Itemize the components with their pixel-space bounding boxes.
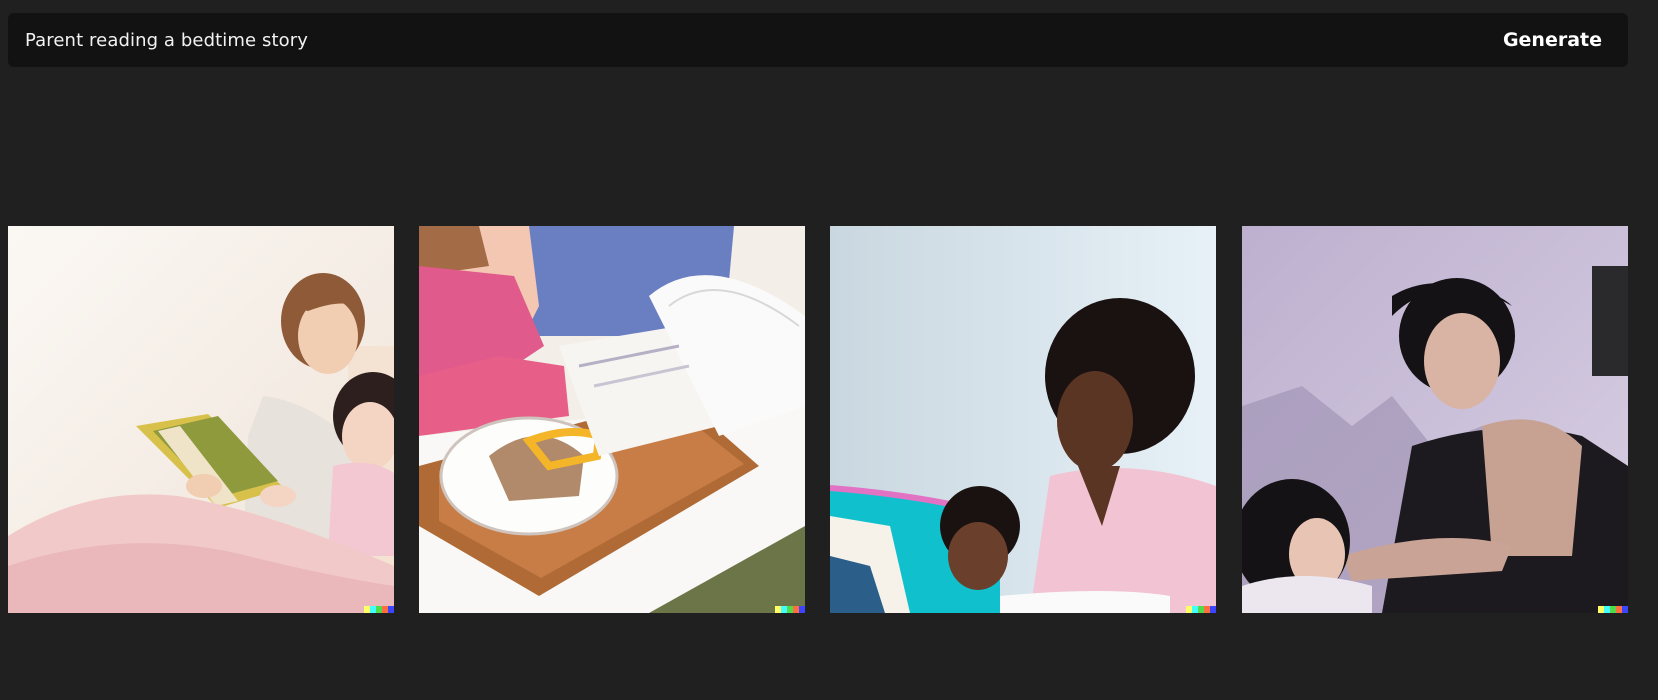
result-image-1-illustration [8,226,394,613]
result-image-2[interactable] [419,226,805,613]
watermark-icon [1186,606,1216,613]
result-image-4-illustration [1242,226,1628,613]
result-image-3-illustration [830,226,1216,613]
result-image-2-illustration [419,226,805,613]
result-image-4[interactable] [1242,226,1628,613]
prompt-bar: Parent reading a bedtime story Generate [8,13,1628,67]
image-gallery [8,226,1628,613]
generate-button[interactable]: Generate [1497,28,1608,52]
watermark-icon [364,606,394,613]
watermark-icon [1598,606,1628,613]
result-image-1[interactable] [8,226,394,613]
watermark-icon [775,606,805,613]
prompt-input[interactable]: Parent reading a bedtime story [25,30,308,51]
result-image-3[interactable] [830,226,1216,613]
